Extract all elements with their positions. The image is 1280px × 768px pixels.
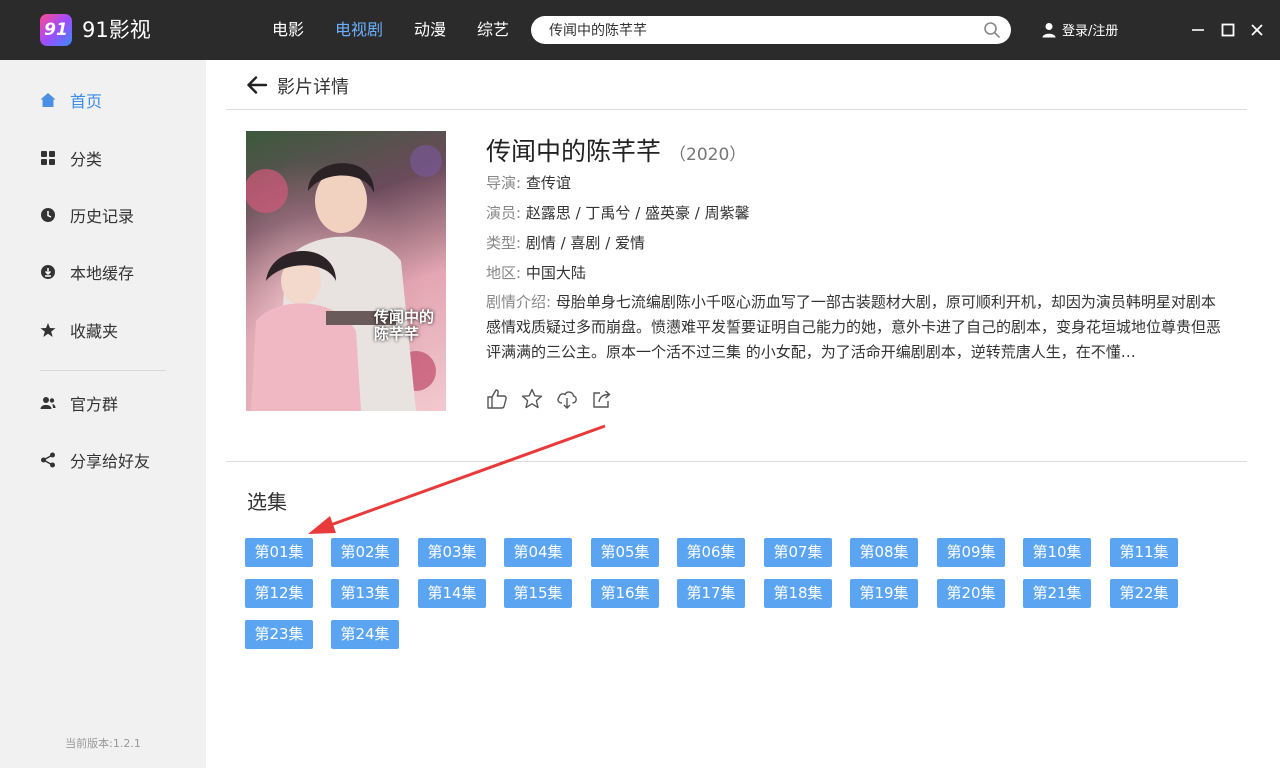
episode-button[interactable]: 第21集 <box>1023 579 1091 608</box>
movie-poster: 传闻中的陈芊芊 <box>246 131 446 411</box>
close-icon[interactable] <box>1247 20 1267 40</box>
sidebar-item-category[interactable]: 分类 <box>40 146 102 170</box>
like-icon[interactable] <box>486 388 508 410</box>
director-label: 导演: <box>486 174 522 192</box>
region-label: 地区: <box>486 264 522 282</box>
top-nav: 电影 电视剧 动漫 综艺 <box>272 18 540 42</box>
main-content: 影片详情 传闻中的陈芊芊 传闻中的陈芊芊 （2020） 导演: 查传谊 演员: … <box>206 60 1280 768</box>
back-arrow-icon[interactable] <box>246 75 268 95</box>
episode-button[interactable]: 第07集 <box>764 538 832 567</box>
sidebar: 首页 分类 历史记录 本地缓存 收藏夹 官方群 分享给好友 当前版本:1.2.1 <box>0 60 206 768</box>
synopsis-label: 剧情介绍: <box>486 293 552 311</box>
episode-button[interactable]: 第19集 <box>850 579 918 608</box>
nav-anime[interactable]: 动漫 <box>414 18 446 42</box>
episode-button[interactable]: 第01集 <box>245 538 313 567</box>
section-divider <box>226 461 1247 462</box>
group-icon <box>40 397 56 409</box>
login-label: 登录/注册 <box>1062 24 1119 39</box>
search-input[interactable] <box>549 16 979 44</box>
episode-button[interactable]: 第20集 <box>937 579 1005 608</box>
episode-button[interactable]: 第17集 <box>677 579 745 608</box>
episode-button[interactable]: 第14集 <box>418 579 486 608</box>
episode-button[interactable]: 第02集 <box>331 538 399 567</box>
episode-button[interactable]: 第11集 <box>1110 538 1178 567</box>
region-row: 地区: 中国大陆 <box>486 258 1226 288</box>
page-title: 影片详情 <box>277 77 349 98</box>
episodes-title: 选集 <box>247 490 287 514</box>
login-button[interactable]: 登录/注册 <box>1042 20 1118 39</box>
episode-button[interactable]: 第04集 <box>504 538 572 567</box>
poster-art <box>246 131 446 411</box>
clock-icon <box>41 208 55 222</box>
poster-title-text: 传闻中的陈芊芊 <box>374 308 435 343</box>
episode-button[interactable]: 第09集 <box>937 538 1005 567</box>
star-icon[interactable] <box>521 388 543 410</box>
search-icon[interactable] <box>983 21 1001 39</box>
episode-button[interactable]: 第05集 <box>591 538 659 567</box>
synopsis: 剧情介绍: 母胎单身七流编剧陈小千呕心沥血写了一部古装题材大剧，原可顺利开机，却… <box>486 290 1226 365</box>
movie-info: 传闻中的陈芊芊 （2020） 导演: 查传谊 演员: 赵露思 / 丁禹兮 / 盛… <box>486 132 1226 365</box>
nav-variety[interactable]: 综艺 <box>477 18 509 42</box>
episode-button[interactable]: 第12集 <box>245 579 313 608</box>
cast-row: 演员: 赵露思 / 丁禹兮 / 盛英豪 / 周紫馨 <box>486 198 1226 228</box>
episode-button[interactable]: 第24集 <box>331 620 399 649</box>
sidebar-item-label: 收藏夹 <box>70 322 119 341</box>
minimize-icon[interactable] <box>1188 20 1208 40</box>
nav-tv-series[interactable]: 电视剧 <box>335 18 383 42</box>
episode-button[interactable]: 第22集 <box>1110 579 1178 608</box>
cast-value: 赵露思 / 丁禹兮 / 盛英豪 / 周紫馨 <box>525 204 750 222</box>
episode-button[interactable]: 第13集 <box>331 579 399 608</box>
download-icon <box>41 265 55 279</box>
star-icon <box>40 323 56 337</box>
cast-label: 演员: <box>486 204 522 222</box>
genre-row: 类型: 剧情 / 喜剧 / 爱情 <box>486 228 1226 258</box>
sidebar-item-label: 官方群 <box>70 395 119 414</box>
share-icon[interactable] <box>591 388 613 410</box>
sidebar-item-home[interactable]: 首页 <box>40 88 102 112</box>
sidebar-item-label: 历史记录 <box>70 207 135 226</box>
sidebar-item-favorites[interactable]: 收藏夹 <box>40 318 118 342</box>
cloud-download-icon[interactable] <box>556 388 578 410</box>
sidebar-item-history[interactable]: 历史记录 <box>40 203 134 227</box>
sidebar-item-label: 分类 <box>70 150 103 169</box>
search-box <box>531 16 1011 44</box>
maximize-icon[interactable] <box>1218 20 1238 40</box>
episode-button[interactable]: 第16集 <box>591 579 659 608</box>
sidebar-item-local-cache[interactable]: 本地缓存 <box>40 260 134 284</box>
movie-year: （2020） <box>669 145 747 165</box>
episode-button[interactable]: 第10集 <box>1023 538 1091 567</box>
nav-movies[interactable]: 电影 <box>272 18 304 42</box>
top-bar: 91 91影视 电影 电视剧 动漫 综艺 登录/注册 <box>0 0 1280 60</box>
synopsis-text: 母胎单身七流编剧陈小千呕心沥血写了一部古装题材大剧，原可顺利开机，却因为演员韩明… <box>486 293 1222 361</box>
genre-value: 剧情 / 喜剧 / 爱情 <box>525 234 646 252</box>
home-icon <box>40 93 56 107</box>
episode-button[interactable]: 第23集 <box>245 620 313 649</box>
genre-label: 类型: <box>486 234 522 252</box>
episode-button[interactable]: 第08集 <box>850 538 918 567</box>
page-header: 影片详情 <box>226 60 1247 110</box>
movie-title: 传闻中的陈芊芊 <box>486 137 662 166</box>
episode-button[interactable]: 第06集 <box>677 538 745 567</box>
episode-button[interactable]: 第03集 <box>418 538 486 567</box>
sidebar-item-label: 分享给好友 <box>70 452 151 471</box>
episode-button[interactable]: 第15集 <box>504 579 572 608</box>
region-value: 中国大陆 <box>525 264 586 282</box>
sidebar-divider <box>40 370 166 371</box>
sidebar-item-label: 本地缓存 <box>70 264 135 283</box>
episode-button[interactable]: 第18集 <box>764 579 832 608</box>
grid-icon <box>41 151 55 165</box>
sidebar-item-official-group[interactable]: 官方群 <box>40 391 118 415</box>
action-bar <box>486 388 626 410</box>
director-row: 导演: 查传谊 <box>486 168 1226 198</box>
sidebar-item-share[interactable]: 分享给好友 <box>40 448 150 472</box>
sidebar-item-label: 首页 <box>70 92 103 111</box>
app-name: 91影视 <box>82 18 151 42</box>
app-logo-icon: 91 <box>40 14 72 46</box>
share-icon <box>41 452 55 468</box>
version-label: 当前版本:1.2.1 <box>65 737 141 750</box>
director-value: 查传谊 <box>525 174 571 192</box>
user-icon <box>1042 22 1056 37</box>
